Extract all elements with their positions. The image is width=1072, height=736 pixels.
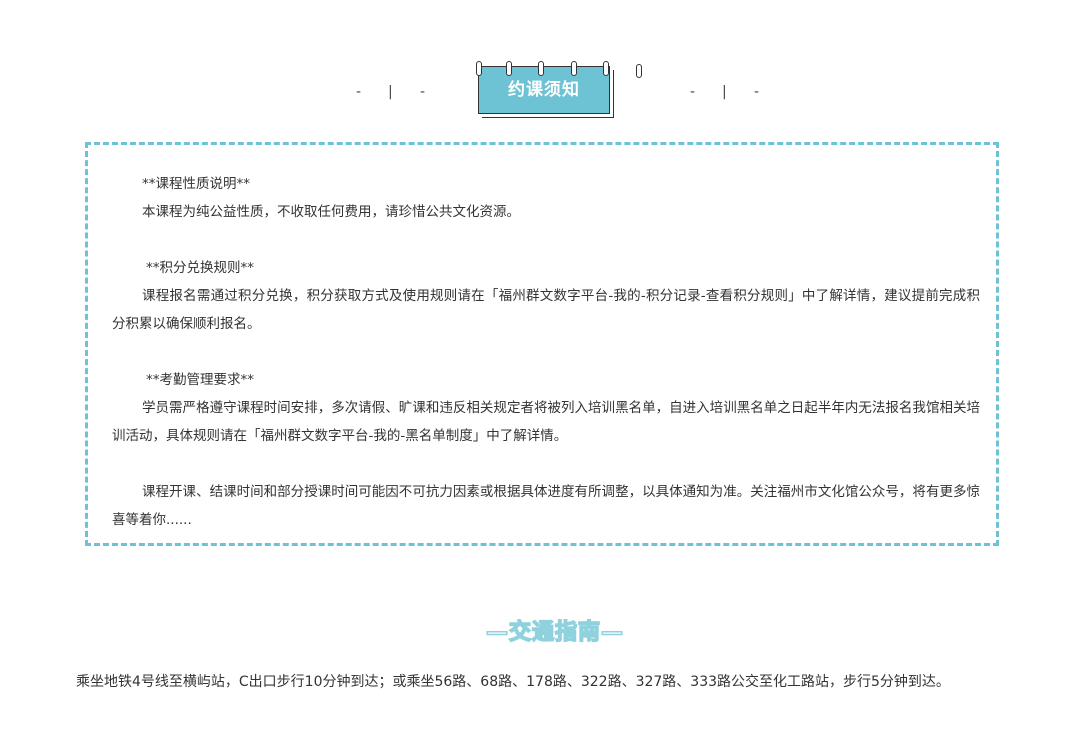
binder-ring-icon bbox=[636, 64, 642, 78]
section-schedule-note: 课程开课、结课时间和部分授课时间可能因不可抗力因素或根据具体进度有所调整，以具体… bbox=[112, 478, 980, 534]
section-body: 课程报名需通过积分兑换，积分获取方式及使用规则请在「福州群文数字平台-我的-积分… bbox=[112, 288, 980, 332]
section-body: 课程开课、结课时间和部分授课时间可能因不可抗力因素或根据具体进度有所调整，以具体… bbox=[112, 484, 980, 528]
notice-title: 约课须知 bbox=[508, 80, 580, 100]
decor-dash: - bbox=[356, 84, 362, 100]
notice-box: **课程性质说明** 本课程为纯公益性质，不收取任何费用，请珍惜公共文化资源。 … bbox=[85, 142, 999, 546]
section-heading: **考勤管理要求** bbox=[146, 372, 254, 388]
decor-dash: - bbox=[420, 84, 426, 100]
decor-dash: - bbox=[690, 84, 696, 100]
decor-dash: - bbox=[754, 84, 760, 100]
section-attendance-rules: **考勤管理要求** 学员需严格遵守课程时间安排，多次请假、旷课和违反相关规定者… bbox=[112, 366, 980, 450]
notice-title-card: 约课须知 bbox=[476, 61, 610, 114]
decor-bar: | bbox=[722, 84, 727, 100]
decor-left: - | - bbox=[352, 84, 432, 104]
section-heading: **课程性质说明** bbox=[142, 176, 250, 192]
notice-content: **课程性质说明** 本课程为纯公益性质，不收取任何费用，请珍惜公共文化资源。 … bbox=[112, 170, 980, 534]
section-points-rules: **积分兑换规则** 课程报名需通过积分兑换，积分获取方式及使用规则请在「福州群… bbox=[112, 254, 980, 338]
section-body: 本课程为纯公益性质，不收取任何费用，请珍惜公共文化资源。 bbox=[142, 204, 520, 220]
decor-bar: | bbox=[388, 84, 393, 100]
section-heading: **积分兑换规则** bbox=[146, 260, 254, 276]
decor-right: - | - bbox=[686, 84, 766, 104]
traffic-title: —交通指南— bbox=[485, 619, 624, 646]
traffic-body: 乘坐地铁4号线至横屿站，C出口步行10分钟到达；或乘坐56路、68路、178路、… bbox=[76, 674, 950, 690]
section-body: 学员需严格遵守课程时间安排，多次请假、旷课和违反相关规定者将被列入培训黑名单，自… bbox=[112, 400, 980, 444]
section-course-nature: **课程性质说明** 本课程为纯公益性质，不收取任何费用，请珍惜公共文化资源。 bbox=[112, 170, 980, 226]
notice-header: - | - 约课须知 - | - bbox=[0, 58, 1072, 122]
